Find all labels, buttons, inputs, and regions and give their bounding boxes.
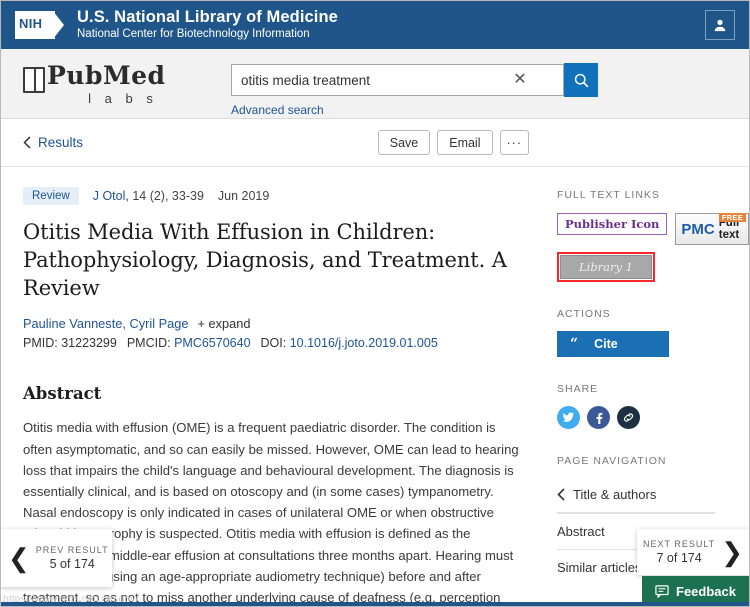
quote-icon: “ [570, 335, 579, 352]
next-result-key: NEXT RESULT [643, 539, 716, 549]
cite-button-label: Cite [594, 337, 618, 351]
facebook-share-button[interactable] [587, 406, 610, 429]
user-icon [714, 19, 726, 32]
chevron-right-icon: ❯ [721, 537, 743, 567]
nav-item-label: Abstract [557, 524, 605, 539]
pmc-label: PMC [681, 220, 715, 238]
nav-item-title-authors[interactable]: Title & authors [557, 477, 715, 513]
account-button[interactable] [705, 10, 735, 40]
save-button[interactable]: Save [377, 130, 431, 155]
library-link-button[interactable]: Library 1 [560, 255, 652, 279]
twitter-share-button[interactable] [557, 406, 580, 429]
copy-link-button[interactable] [617, 406, 640, 429]
pmcid-link[interactable]: PMC6570640 [174, 336, 250, 350]
expand-authors-link[interactable]: + expand [198, 316, 251, 331]
search-box[interactable]: ✕ [231, 64, 564, 96]
nih-logo-text: NIH [19, 16, 43, 31]
nav-item-label: Similar articles [557, 560, 642, 575]
article-identifiers: PMID: 31223299 PMCID: PMC6570640 DOI: 10.1… [23, 336, 527, 350]
pmid-group: PMID: 31223299 [23, 336, 117, 350]
abstract-heading: Abstract [23, 384, 102, 404]
page-navigation-heading: PAGE NAVIGATION [557, 455, 667, 467]
pmc-full-text-button[interactable]: PMC Full text FREE [675, 213, 749, 245]
results-toolbar: Results Save Email ··· [1, 119, 749, 167]
back-to-results-link[interactable]: Results [23, 135, 83, 150]
nih-subtitle: National Center for Biotechnology Inform… [77, 28, 310, 41]
feedback-label: Feedback [676, 583, 736, 599]
back-to-results-label: Results [38, 135, 84, 150]
more-actions-button[interactable]: ··· [499, 130, 529, 155]
article-meta: Review J Otol, 14 (2), 33-39 Jun 2019 [23, 187, 527, 205]
bottom-accent-strip [1, 602, 749, 606]
pmcid-group: PMCID: PMC6570640 [127, 336, 251, 350]
share-heading: SHARE [557, 383, 599, 395]
search-icon [574, 73, 588, 87]
full-text-links: Publisher Icon PMC Full text FREE [557, 213, 749, 245]
nih-title-block: U.S. National Library of Medicine Nation… [77, 8, 338, 41]
prev-result-button[interactable]: ❮ PREV RESULT 5 of 174 [1, 529, 112, 587]
search-input[interactable] [241, 72, 506, 88]
share-buttons [557, 406, 749, 429]
pmcid-label: PMCID: [126, 336, 171, 351]
authors-line: Pauline Vanneste, Cyril Page + expand [23, 316, 527, 331]
clear-search-icon[interactable]: ✕ [506, 72, 534, 88]
next-result-value: 7 of 174 [656, 551, 702, 565]
search-bar: PubMed l a b s ✕ Advanced search [1, 49, 749, 119]
full-text-links-heading: FULL TEXT LINKS [557, 189, 660, 201]
doi-link[interactable]: 10.1016/j.joto.2019.01.005 [290, 336, 438, 350]
nih-header: NIH U.S. National Library of Medicine Na… [1, 1, 749, 49]
search-submit-button[interactable] [564, 63, 598, 97]
pmc-free-badge: FREE [718, 213, 746, 222]
journal-volume-pages: , 14 (2), 33-39 [125, 189, 204, 203]
next-result-text: NEXT RESULT 7 of 174 [643, 539, 715, 565]
doi-group: DOI: 10.1016/j.joto.2019.01.005 [261, 336, 438, 350]
comment-icon [655, 584, 669, 598]
doi-label: DOI: [260, 336, 287, 351]
journal-citation: J Otol, 14 (2), 33-39 [93, 187, 204, 205]
pmid-label: PMID: [23, 336, 58, 351]
book-icon [23, 67, 45, 93]
publication-type-badge: Review [23, 187, 79, 205]
prev-result-text: PREV RESULT 5 of 174 [36, 545, 109, 571]
chevron-left-icon [23, 136, 31, 149]
chevron-left-icon: ❮ [8, 543, 30, 573]
journal-link[interactable]: J Otol [93, 189, 126, 203]
pubmed-logo[interactable]: PubMed l a b s [23, 61, 193, 106]
twitter-icon [562, 412, 575, 422]
library-link-highlight: Library 1 [557, 252, 655, 282]
email-button[interactable]: Email [437, 130, 493, 155]
publication-date: Jun 2019 [217, 189, 270, 203]
authors-list[interactable]: Pauline Vanneste, Cyril Page [23, 316, 189, 331]
advanced-search-link[interactable]: Advanced search [231, 103, 324, 117]
pubmed-article-page: NIH U.S. National Library of Medicine Na… [0, 0, 750, 607]
prev-result-value: 5 of 174 [49, 557, 95, 571]
labs-wordmark: l a b s [88, 91, 158, 106]
cite-button[interactable]: “ Cite [557, 331, 669, 357]
pmid-value: 31223299 [61, 336, 117, 351]
chevron-left-icon [557, 488, 565, 501]
link-icon [623, 413, 634, 422]
pubmed-wordmark: PubMed [47, 61, 166, 90]
article-title: Otitis Media With Effusion in Children: … [23, 220, 507, 301]
facebook-icon [596, 412, 603, 424]
next-result-button[interactable]: NEXT RESULT 7 of 174 ❯ [637, 529, 749, 575]
search-controls: ✕ Advanced search [231, 63, 598, 119]
prev-result-key: PREV RESULT [35, 545, 109, 555]
article-actions: Save Email ··· [377, 130, 529, 155]
nih-logo-icon: NIH [15, 11, 65, 39]
publisher-link-button[interactable]: Publisher Icon [557, 213, 668, 235]
nih-title: U.S. National Library of Medicine [77, 8, 338, 27]
actions-heading: ACTIONS [557, 308, 611, 320]
nav-item-label: Title & authors [573, 487, 657, 502]
